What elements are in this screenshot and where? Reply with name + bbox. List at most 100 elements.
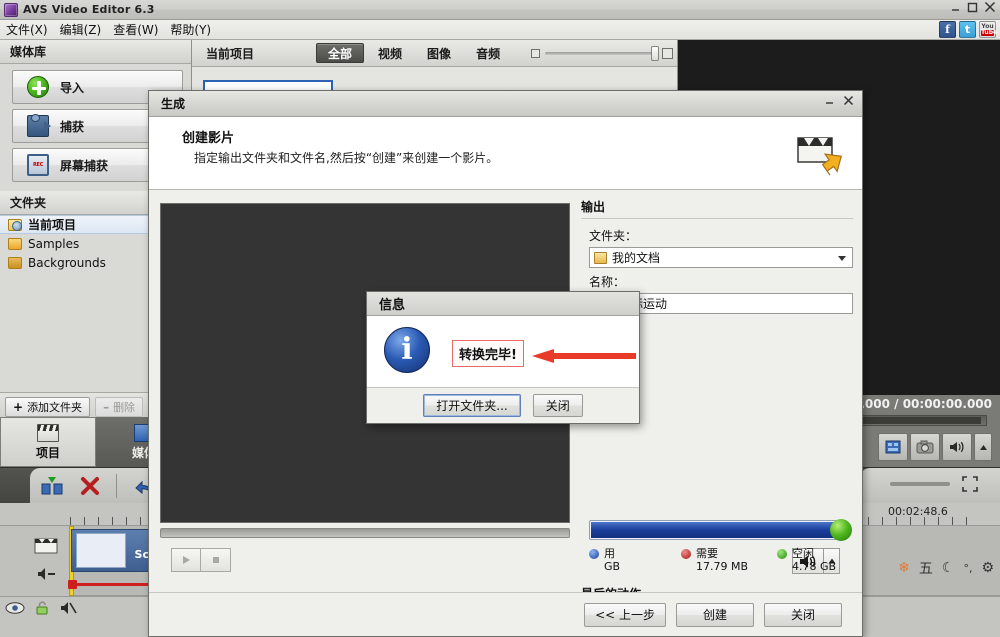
- output-group-title: 输出: [581, 200, 606, 214]
- camcorder-icon: [27, 114, 51, 137]
- twitter-icon[interactable]: t: [959, 21, 976, 38]
- media-library-title: 媒体库: [0, 40, 191, 64]
- close-button[interactable]: 关闭: [764, 602, 842, 627]
- tab-project[interactable]: 项目: [0, 417, 96, 467]
- tab-video[interactable]: 视频: [367, 43, 413, 63]
- add-folder-button[interactable]: + 添加文件夹: [5, 396, 91, 417]
- disk-space-bar: [589, 519, 852, 541]
- menu-item-help[interactable]: 帮助(Y): [170, 21, 211, 38]
- legend-required-value: 17.79 MB: [696, 560, 749, 573]
- mute-icon[interactable]: [36, 566, 58, 585]
- red-dot-icon: [681, 549, 691, 559]
- name-label: 名称：: [589, 275, 626, 289]
- open-folder-button[interactable]: 打开文件夹...: [423, 393, 521, 417]
- preview-button-group: [878, 433, 992, 461]
- slider-thumb[interactable]: [651, 45, 660, 61]
- clapperboard-icon: [34, 534, 58, 557]
- plus-icon: +: [13, 399, 24, 414]
- add-to-timeline-icon[interactable]: [40, 475, 64, 497]
- tab-all[interactable]: 全部: [316, 43, 365, 63]
- paw-icon[interactable]: ❄: [898, 560, 910, 576]
- disk-free-marker: [830, 519, 852, 541]
- delete-icon[interactable]: [78, 475, 102, 497]
- remove-folder-button[interactable]: – 删除: [95, 396, 144, 417]
- timeline-zoom-slider[interactable]: [890, 482, 950, 486]
- timeline-action-icons: [40, 474, 155, 498]
- create-button[interactable]: 创建: [676, 602, 754, 627]
- add-folder-label: 添加文件夹: [27, 400, 83, 414]
- volume-icon[interactable]: [942, 433, 972, 461]
- maximize-icon[interactable]: [967, 2, 978, 13]
- eye-icon[interactable]: [5, 601, 25, 618]
- gear-icon[interactable]: ⚙: [981, 560, 994, 576]
- disk-used-fill: [591, 522, 837, 538]
- folder-value: 我的文档: [612, 251, 661, 265]
- window-controls: [950, 1, 996, 13]
- degree-icon[interactable]: °,: [963, 562, 972, 575]
- snapshot-fullscreen-icon[interactable]: [878, 433, 908, 461]
- minimize-icon[interactable]: [950, 2, 961, 13]
- play-icon[interactable]: [171, 548, 201, 572]
- clip-thumbnail: [76, 533, 126, 568]
- dialog-footer: << 上一步 创建 关闭: [149, 592, 862, 636]
- timeline-clip[interactable]: Sc: [71, 529, 153, 572]
- five-icon[interactable]: 五: [919, 558, 933, 578]
- folder-label: Samples: [28, 236, 80, 251]
- tab-image[interactable]: 图像: [416, 43, 462, 63]
- folder-label: 当前项目: [28, 218, 77, 232]
- moon-icon[interactable]: ☾: [942, 560, 955, 576]
- legend-free-label: 空闲: [792, 547, 814, 560]
- social-links: f t You Tube: [939, 21, 997, 38]
- divider: [581, 218, 853, 219]
- dialog-title-bar: 生成: [149, 91, 862, 117]
- folder-icon: [8, 256, 22, 269]
- legend-used-label: 用: [604, 547, 615, 560]
- preview-scrollbar[interactable]: [160, 528, 570, 538]
- close-button[interactable]: 关闭: [532, 393, 583, 417]
- import-label: 导入: [60, 80, 85, 95]
- stop-icon[interactable]: [201, 548, 231, 572]
- current-project-folder-icon: [8, 218, 22, 231]
- folder-label: Backgrounds: [28, 255, 106, 270]
- clapperboard-icon: [37, 423, 59, 442]
- lock-icon[interactable]: [34, 600, 50, 619]
- clapper-export-icon: [794, 126, 846, 178]
- mute-icon[interactable]: [59, 600, 77, 619]
- info-message-box: 信息 i 转换完毕! 打开文件夹... 关闭: [366, 291, 640, 424]
- track-toggle-icons: [5, 600, 77, 619]
- legend-used-value: GB: [604, 560, 621, 573]
- dialog-minimize-icon[interactable]: [824, 95, 835, 109]
- chevron-down-icon[interactable]: [838, 256, 846, 261]
- dialog-title: 生成: [161, 97, 186, 111]
- media-filter-tabs: 全部 视频 图像 音频: [316, 43, 511, 63]
- back-button[interactable]: << 上一步: [584, 602, 666, 627]
- plus-circle-icon: [27, 76, 49, 98]
- menu-item-view[interactable]: 查看(W): [113, 21, 158, 38]
- dialog-header-title: 创建影片: [182, 131, 235, 146]
- red-arrow-annotation: [532, 348, 636, 364]
- capture-label: 捕获: [60, 119, 85, 134]
- menu-item-file[interactable]: 文件(X): [6, 21, 48, 38]
- application-window: AVS Video Editor 6.3 文件(X) 编辑(Z) 查看(W) 帮…: [0, 0, 1000, 637]
- facebook-icon[interactable]: f: [939, 21, 956, 38]
- dialog-header-subtitle: 指定输出文件夹和文件名,然后按“创建”来创建一个影片。: [194, 151, 499, 165]
- dialog-close-icon[interactable]: [843, 95, 854, 109]
- volume-dropdown-icon[interactable]: [974, 433, 992, 461]
- timeline-effect-icons: ❄ 五 ☾ °, ⚙: [898, 558, 994, 578]
- folder-combobox[interactable]: 我的文档: [589, 247, 853, 268]
- info-icon: i: [384, 327, 430, 373]
- thumbnail-size-slider[interactable]: [531, 45, 674, 61]
- legend-free: 空闲 4.78 GB: [777, 547, 836, 573]
- disk-legend: 用 GB 需要 17.79 MB 空闲 4.78 GB: [589, 547, 847, 573]
- menu-item-edit[interactable]: 编辑(Z): [60, 21, 102, 38]
- fit-to-window-icon[interactable]: [962, 476, 978, 492]
- tab-audio[interactable]: 音频: [465, 43, 511, 63]
- dialog-header: 创建影片 指定输出文件夹和文件名,然后按“创建”来创建一个影片。: [149, 117, 862, 190]
- youtube-icon[interactable]: You Tube: [979, 21, 997, 38]
- camera-icon[interactable]: [910, 433, 940, 461]
- clip-label: Sc: [134, 548, 149, 561]
- slider-track[interactable]: [545, 45, 660, 61]
- msgbox-message: 转换完毕!: [452, 340, 524, 367]
- project-title: 当前项目: [206, 46, 255, 61]
- close-icon[interactable]: [984, 1, 996, 13]
